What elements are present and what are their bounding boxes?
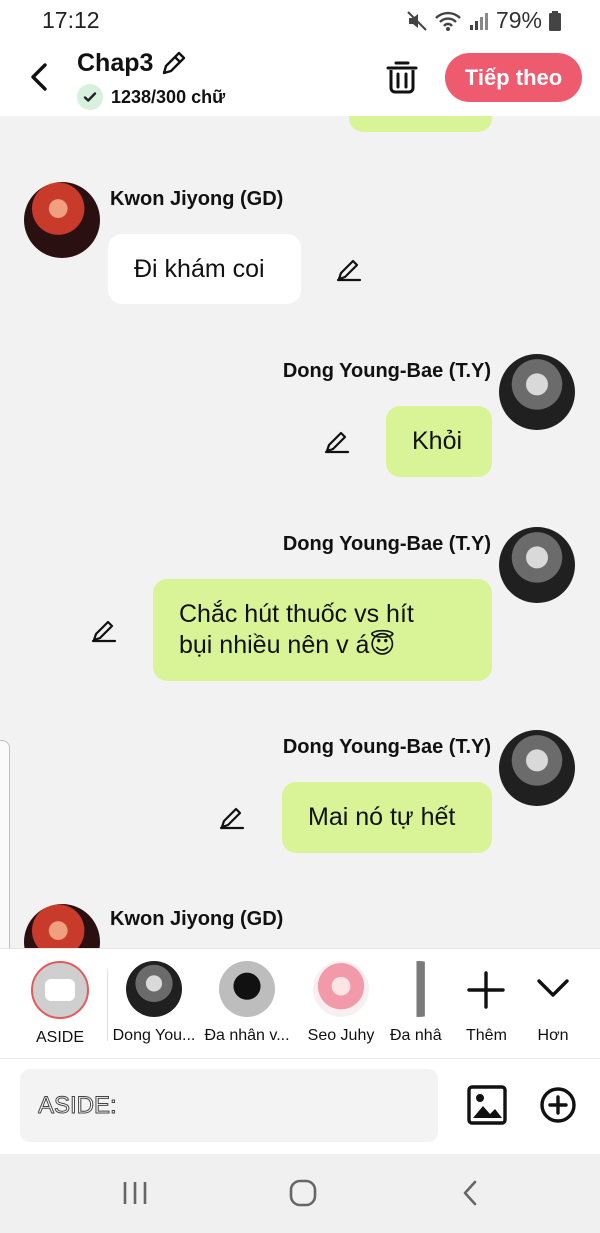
character-dong-young-bae[interactable]: Dong You... xyxy=(110,961,198,1045)
word-count: 1238/300 chữ xyxy=(77,84,225,110)
battery-percent: 79% xyxy=(495,7,542,33)
message-text-line: bụi nhiều nên v á😇 xyxy=(179,631,396,659)
edit-message-icon[interactable] xyxy=(323,427,351,455)
add-character-button[interactable]: Thêm xyxy=(466,961,507,1045)
recent-apps-icon xyxy=(123,1182,147,1204)
edit-title-icon[interactable] xyxy=(159,48,189,78)
character-aside[interactable]: ASIDE xyxy=(16,961,104,1047)
message-text-line: Chắc hút thuốc vs hít xyxy=(179,600,414,628)
avatar-kwon-jiyong[interactable] xyxy=(24,182,100,258)
character-label: ASIDE xyxy=(35,1029,84,1046)
message-bubble[interactable]: Mai nó tự hết xyxy=(282,782,492,853)
aside-avatar xyxy=(31,961,89,1019)
chapter-title: Chap3 xyxy=(77,48,154,77)
status-icons: 79% xyxy=(406,7,562,34)
chat-area[interactable]: Kwon Jiyong (GD) Đi khám coi Dong Young-… xyxy=(0,116,600,948)
message-bubble[interactable]: Đi khám coi xyxy=(108,234,301,304)
header: Chap3 1238/300 chữ Tiếp theo xyxy=(0,40,600,116)
insert-image-button[interactable] xyxy=(467,1085,507,1125)
add-button[interactable] xyxy=(539,1086,577,1124)
trash-icon xyxy=(386,61,418,94)
character-da-nhan-vat-2[interactable]: Đa nhâ xyxy=(390,961,448,1045)
message-input[interactable] xyxy=(20,1069,438,1142)
word-count-text: 1238/300 chữ xyxy=(111,86,226,107)
chevron-left-icon xyxy=(31,63,47,91)
avatar-dong-young-bae[interactable] xyxy=(499,527,575,603)
add-label: Thêm xyxy=(466,1027,507,1044)
system-nav-bar xyxy=(0,1154,600,1233)
character-label: Đa nhâ xyxy=(390,1027,442,1044)
speaker-name: Dong Young-Bae (T.Y) xyxy=(282,360,491,382)
speaker-name: Kwon Jiyong (GD) xyxy=(110,908,284,930)
character-avatar xyxy=(391,961,447,1017)
avatar-dong-young-bae[interactable] xyxy=(499,354,575,430)
system-back-button[interactable] xyxy=(450,1178,490,1208)
character-label: Đa nhân v... xyxy=(204,1027,290,1044)
message-bubble-partial xyxy=(349,116,492,132)
battery-icon xyxy=(549,10,561,31)
divider xyxy=(107,969,108,1041)
edit-message-icon[interactable] xyxy=(90,616,118,644)
wifi-icon xyxy=(435,11,461,31)
character-avatar xyxy=(313,961,369,1017)
side-drawer-handle[interactable] xyxy=(0,740,10,972)
speaker-name: Dong Young-Bae (T.Y) xyxy=(282,736,491,758)
more-characters-button[interactable]: Hơn xyxy=(535,961,571,1045)
home-button[interactable] xyxy=(283,1178,323,1208)
chevron-down-icon xyxy=(537,979,569,997)
home-icon xyxy=(289,1179,317,1207)
more-label: Hơn xyxy=(537,1027,569,1044)
status-bar: 17:12 79% xyxy=(0,0,600,40)
comment-icon xyxy=(45,979,75,1001)
character-avatar xyxy=(219,961,275,1017)
input-bar xyxy=(0,1058,600,1154)
avatar-kwon-jiyong[interactable] xyxy=(24,904,100,948)
title-row[interactable]: Chap3 xyxy=(77,48,189,78)
edit-message-icon[interactable] xyxy=(218,803,246,831)
plus-icon xyxy=(467,971,506,1009)
delete-button[interactable] xyxy=(384,58,420,96)
avatar-dong-young-bae[interactable] xyxy=(499,730,575,806)
character-avatar xyxy=(126,961,182,1017)
back-button[interactable] xyxy=(22,58,56,96)
speaker-name: Kwon Jiyong (GD) xyxy=(110,188,284,210)
signal-icon xyxy=(469,12,488,30)
edit-message-icon[interactable] xyxy=(335,255,363,283)
mute-icon xyxy=(407,10,427,31)
character-da-nhan-vat[interactable]: Đa nhân v... xyxy=(203,961,291,1045)
check-icon xyxy=(77,84,103,110)
plus-circle-icon xyxy=(540,1087,576,1123)
message-bubble[interactable]: Khỏi xyxy=(386,406,492,477)
message-bubble[interactable]: Chắc hút thuốc vs hít bụi nhiều nên v á😇 xyxy=(153,579,492,681)
chevron-left-icon xyxy=(463,1180,477,1206)
clock: 17:12 xyxy=(42,7,100,33)
character-label: Dong You... xyxy=(112,1027,196,1044)
recent-apps-button[interactable] xyxy=(115,1178,155,1208)
character-label: Seo Juhy xyxy=(307,1027,375,1044)
image-icon xyxy=(467,1085,507,1125)
character-bar: ASIDE Dong You... Đa nhân v... Seo Juhy … xyxy=(0,948,600,1058)
next-button[interactable]: Tiếp theo xyxy=(445,53,582,102)
speaker-name: Dong Young-Bae (T.Y) xyxy=(282,533,491,555)
character-seo-juhy[interactable]: Seo Juhy xyxy=(297,961,385,1045)
